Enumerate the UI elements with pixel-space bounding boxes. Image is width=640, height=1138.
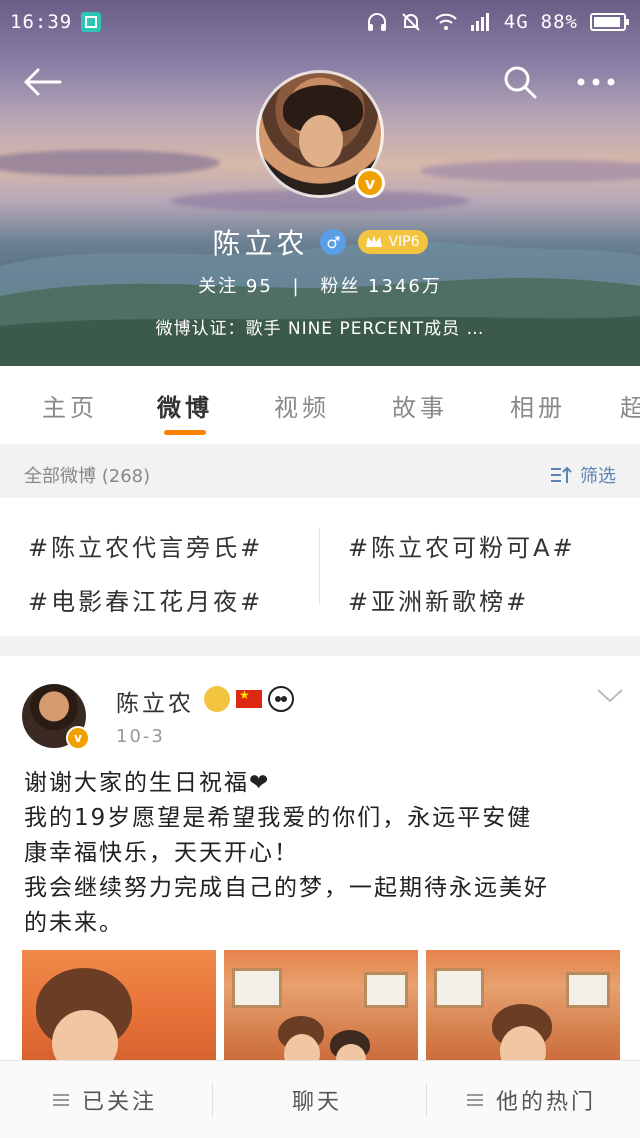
vip-crown-icon[interactable]: [204, 686, 230, 712]
following-count[interactable]: 关注 95: [198, 276, 273, 297]
filter-label: 筛选: [580, 466, 616, 487]
post-photo[interactable]: [426, 950, 620, 1066]
back-arrow-icon: [24, 68, 62, 96]
cloud: [420, 160, 640, 182]
author-badges: [204, 686, 294, 712]
post-photo[interactable]: [224, 950, 418, 1066]
post-text-line: 我的19岁愿望是希望我爱的你们，永远平安健: [24, 805, 533, 831]
tab-story[interactable]: 故事: [380, 366, 460, 444]
chevron-down-icon: [597, 689, 623, 703]
verification-text[interactable]: 微博认证：歌手 NINE PERCENT成员 …: [0, 314, 640, 339]
bottom-divider: [212, 1083, 213, 1117]
his-hot-button[interactable]: 他的热门: [466, 1061, 596, 1138]
post-text-line: 谢谢大家的生日祝福❤: [24, 770, 271, 796]
cloud: [0, 150, 220, 176]
wifi-icon: [435, 13, 457, 30]
topic-link[interactable]: #陈立农可粉可A#: [348, 528, 576, 563]
status-time: 16:39: [10, 11, 73, 33]
chat-label: 聊天: [292, 1090, 343, 1115]
vip-badge[interactable]: VIP6: [358, 230, 428, 254]
network-type: 4G: [503, 11, 529, 33]
topics-panel: #陈立农代言旁氏# #陈立农可粉可A# #电影春江花月夜# #亚洲新歌榜#: [0, 498, 640, 636]
topic-link[interactable]: #电影春江花月夜#: [28, 582, 263, 617]
profile-header: 16:39 4G 88% v 陈立农 ♂ VIP6 关注 95 | 粉丝 134…: [0, 0, 640, 366]
post-time: 10-3: [116, 726, 165, 747]
post-text[interactable]: 谢谢大家的生日祝福❤ 我的19岁愿望是希望我爱的你们，永远平安健 康幸福快乐，天…: [24, 766, 624, 941]
stats-separator: |: [292, 276, 301, 297]
bottom-divider: [426, 1083, 427, 1117]
fans-count[interactable]: 粉丝 1346万: [320, 276, 442, 297]
topic-link[interactable]: #亚洲新歌榜#: [348, 582, 529, 617]
more-button[interactable]: [572, 58, 620, 106]
battery-percent: 88%: [540, 11, 578, 33]
post-text-line: 康幸福快乐，天天开心！: [24, 840, 299, 866]
all-weibo-count: 全部微博 (268): [24, 466, 151, 487]
weibo-post: v 陈立农 10-3 谢谢大家的生日祝福❤ 我的19岁愿望是希望我爱的你们，永远…: [0, 656, 640, 1066]
search-icon: [504, 66, 537, 99]
verified-badge-icon: v: [66, 726, 90, 750]
crown-icon: [366, 235, 383, 247]
post-photo[interactable]: [22, 950, 216, 1066]
tab-home[interactable]: 主页: [30, 366, 110, 444]
follow-stats: 关注 95 | 粉丝 1346万: [0, 272, 640, 298]
post-photos: [22, 950, 620, 1066]
profile-name-row: 陈立农 ♂ VIP6: [0, 222, 640, 262]
verified-badge-icon: v: [355, 168, 385, 198]
his-hot-label: 他的热门: [496, 1090, 597, 1115]
vip-label: VIP6: [388, 234, 420, 250]
filter-icon: [551, 466, 572, 483]
post-options-button[interactable]: [596, 688, 624, 708]
bottom-action-bar: 已关注 聊天 他的热门: [0, 1060, 640, 1138]
mute-bell-icon: [402, 13, 420, 31]
followed-label: 已关注: [82, 1090, 158, 1115]
signal-icon: [470, 13, 489, 31]
search-button[interactable]: [496, 58, 544, 106]
filter-button[interactable]: 筛选: [550, 462, 616, 488]
menu-lines-icon: [467, 1094, 483, 1106]
filter-bar: 全部微博 (268) 筛选: [0, 452, 640, 498]
tab-album[interactable]: 相册: [498, 366, 578, 444]
status-bar: 16:39 4G 88%: [0, 0, 640, 44]
battery-icon: [590, 13, 629, 31]
profile-tabs: 主页 微博 视频 故事 相册 超: [0, 366, 640, 444]
profile-name: 陈立农: [212, 227, 309, 260]
headphones-icon: [367, 13, 386, 31]
active-tab-indicator: [164, 430, 206, 435]
followed-button[interactable]: 已关注: [52, 1061, 157, 1138]
china-flag-icon[interactable]: [236, 688, 262, 708]
topic-divider: [319, 528, 320, 604]
post-author-name[interactable]: 陈立农: [116, 684, 194, 718]
back-button[interactable]: [18, 58, 66, 106]
post-text-line: 的未来。: [24, 910, 124, 936]
panda-icon[interactable]: [268, 686, 294, 712]
more-dots-icon: [577, 78, 615, 86]
tab-super[interactable]: 超: [620, 366, 640, 444]
chat-button[interactable]: 聊天: [292, 1061, 342, 1138]
menu-lines-icon: [53, 1094, 69, 1106]
screenshot-icon: [81, 12, 102, 32]
post-text-line: 我会继续努力完成自己的梦，一起期待永远美好: [24, 875, 549, 901]
tab-video[interactable]: 视频: [262, 366, 342, 444]
male-gender-icon: ♂: [320, 229, 347, 255]
topic-link[interactable]: #陈立农代言旁氏#: [28, 528, 263, 563]
